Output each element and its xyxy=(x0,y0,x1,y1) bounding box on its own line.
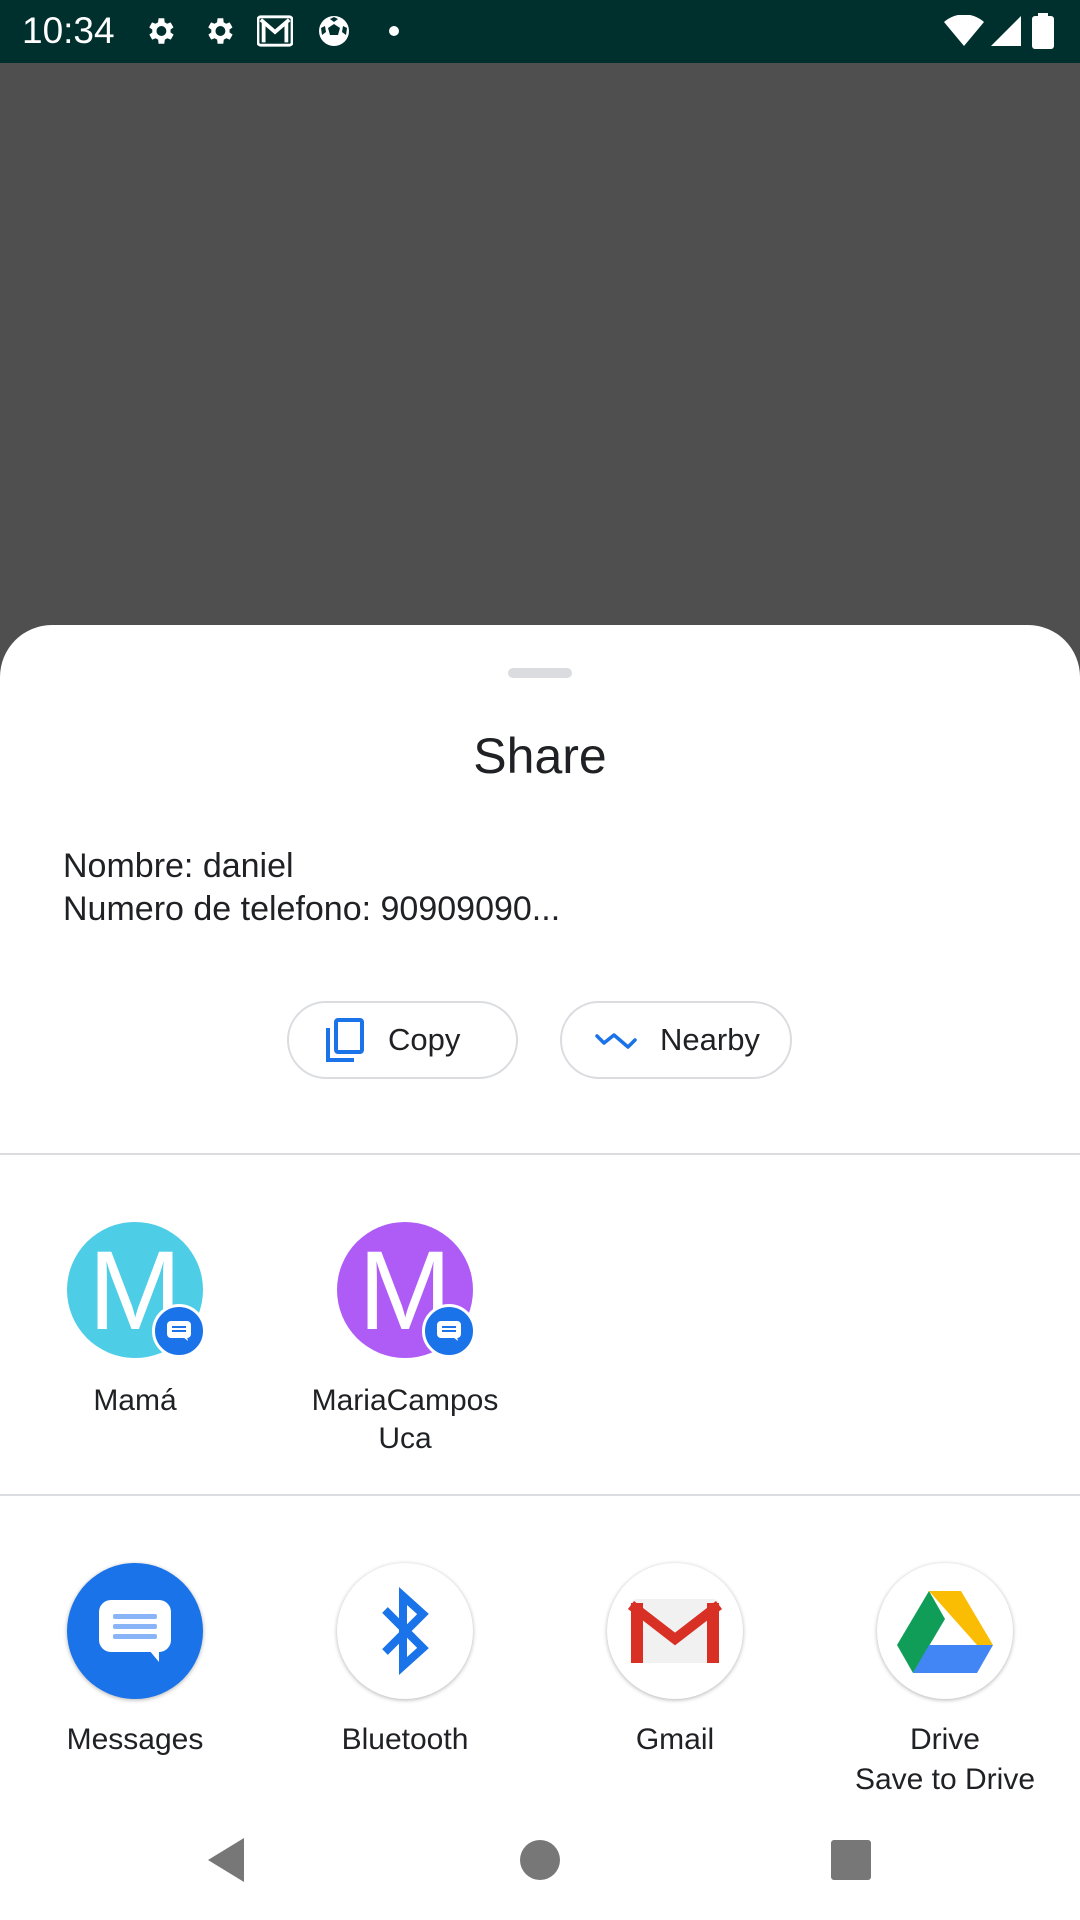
settings-icon xyxy=(201,13,237,49)
battery-icon xyxy=(1030,13,1056,49)
gmail-icon xyxy=(607,1563,743,1699)
app-name: Messages xyxy=(66,1723,204,1756)
messages-icon xyxy=(67,1563,203,1699)
signal-icon xyxy=(988,13,1024,49)
copy-icon xyxy=(322,1018,366,1062)
back-icon[interactable] xyxy=(196,1830,256,1890)
app-name: Bluetooth xyxy=(341,1723,469,1756)
content-line-name: Nombre: daniel xyxy=(63,847,294,885)
navigation-bar xyxy=(0,1790,1080,1920)
gmail-status-icon xyxy=(257,13,293,49)
messages-badge-icon xyxy=(422,1304,476,1358)
status-time: 10:34 xyxy=(22,10,115,51)
copy-label: Copy xyxy=(388,1022,461,1057)
dot-icon xyxy=(376,13,412,49)
messages-badge-icon xyxy=(152,1304,206,1358)
app-target-messages[interactable]: Messages xyxy=(0,1563,270,1793)
bluetooth-icon xyxy=(337,1563,473,1699)
recents-icon[interactable] xyxy=(821,1830,881,1890)
settings-icon xyxy=(142,13,178,49)
contact-target-mama[interactable]: M Mamá xyxy=(0,1222,270,1482)
contact-name: Mamá xyxy=(93,1384,177,1417)
status-bar: 10:34 xyxy=(0,0,1080,63)
nearby-button[interactable]: Nearby xyxy=(560,1001,792,1079)
share-title: Share xyxy=(473,728,607,784)
drive-icon xyxy=(877,1563,1013,1699)
nearby-label: Nearby xyxy=(660,1022,760,1057)
nearby-share-icon xyxy=(594,1018,638,1062)
contact-name-line2: Uca xyxy=(378,1422,432,1455)
contact-target-mariacampos[interactable]: M MariaCampos Uca xyxy=(270,1222,540,1482)
drag-handle[interactable] xyxy=(508,668,572,678)
wifi-icon xyxy=(944,13,984,49)
copy-button[interactable]: Copy xyxy=(287,1001,518,1079)
content-line-phone: Numero de telefono: 90909090... xyxy=(63,890,561,928)
contact-name-line1: MariaCampos xyxy=(311,1384,499,1417)
divider-top xyxy=(0,1153,1080,1155)
app-target-gmail[interactable]: Gmail xyxy=(540,1563,810,1793)
app-name: Gmail xyxy=(635,1723,715,1756)
app-target-bluetooth[interactable]: Bluetooth xyxy=(270,1563,540,1793)
divider-bottom xyxy=(0,1494,1080,1496)
soccer-ball-icon xyxy=(316,13,352,49)
app-name: Drive xyxy=(909,1723,980,1756)
home-icon[interactable] xyxy=(510,1830,570,1890)
shared-content-preview: Nombre: daniel Numero de telefono: 90909… xyxy=(63,845,560,931)
share-sheet: Share Nombre: daniel Numero de telefono:… xyxy=(0,625,1080,1920)
background-scrim[interactable] xyxy=(0,63,1080,623)
app-target-drive[interactable]: Drive Save to Drive xyxy=(810,1563,1080,1796)
